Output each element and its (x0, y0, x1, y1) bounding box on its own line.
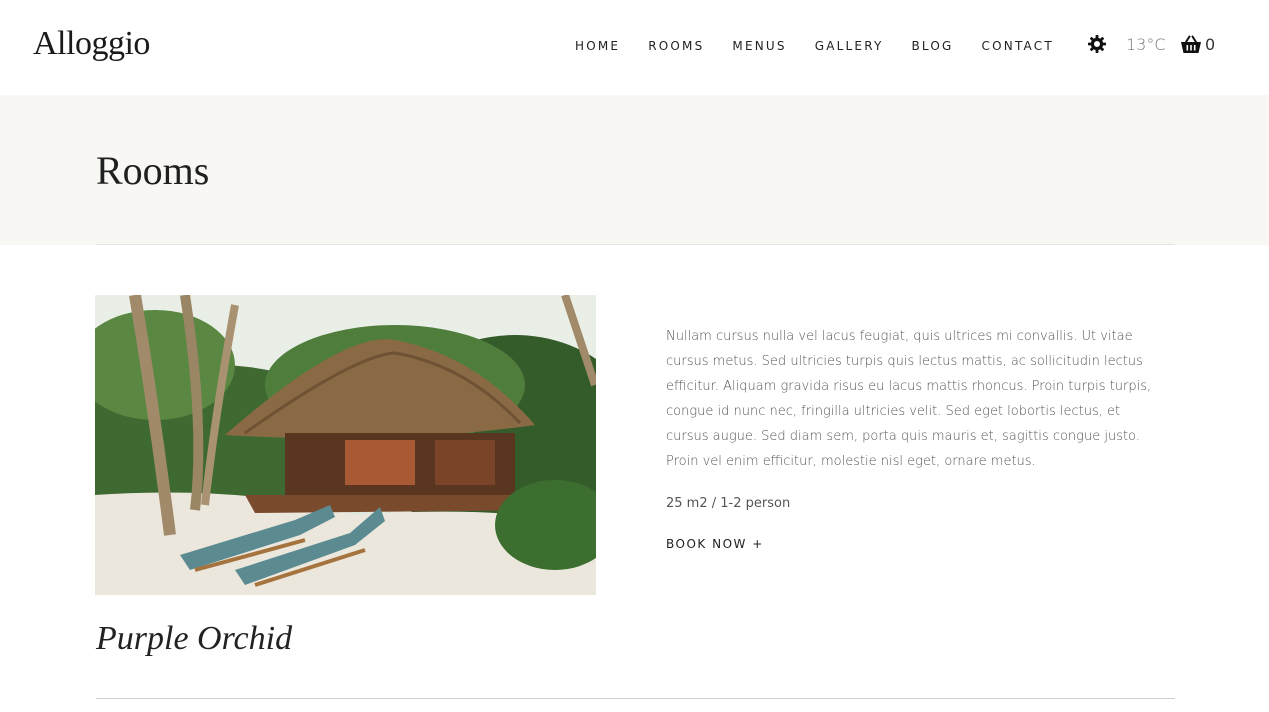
divider (96, 698, 1175, 699)
nav-item-gallery[interactable]: GALLERY (815, 38, 884, 54)
nav-item-home[interactable]: HOME (575, 38, 620, 54)
nav-item-rooms[interactable]: ROOMS (648, 38, 704, 54)
temperature-readout: 13°C (1126, 35, 1166, 54)
cart-count[interactable]: 0 (1205, 35, 1215, 54)
room-title[interactable]: Purple Orchid (96, 620, 292, 658)
room-capacity: 25 m2 / 1-2 person (666, 496, 791, 511)
basket-icon[interactable] (1180, 35, 1202, 55)
room-image[interactable] (95, 295, 596, 595)
main-nav: HOME ROOMS MENUS GALLERY BLOG CONTACT (561, 38, 1068, 54)
book-now-link[interactable]: BOOK NOW + (666, 537, 764, 551)
temperature-value: 13 (1126, 35, 1147, 54)
divider (96, 244, 1175, 245)
nav-item-menus[interactable]: MENUS (732, 38, 786, 54)
gear-icon[interactable] (1087, 34, 1107, 54)
temperature-unit: °C (1146, 35, 1166, 54)
nav-item-contact[interactable]: CONTACT (982, 38, 1054, 54)
site-logo[interactable]: Alloggio (33, 25, 150, 63)
page-title: Rooms (96, 148, 210, 193)
site-header: Alloggio HOME ROOMS MENUS GALLERY BLOG C… (0, 0, 1269, 95)
page-title-banner: Rooms (0, 95, 1269, 245)
nav-item-blog[interactable]: BLOG (912, 38, 954, 54)
room-description: Nullam cursus nulla vel lacus feugiat, q… (666, 329, 1152, 469)
